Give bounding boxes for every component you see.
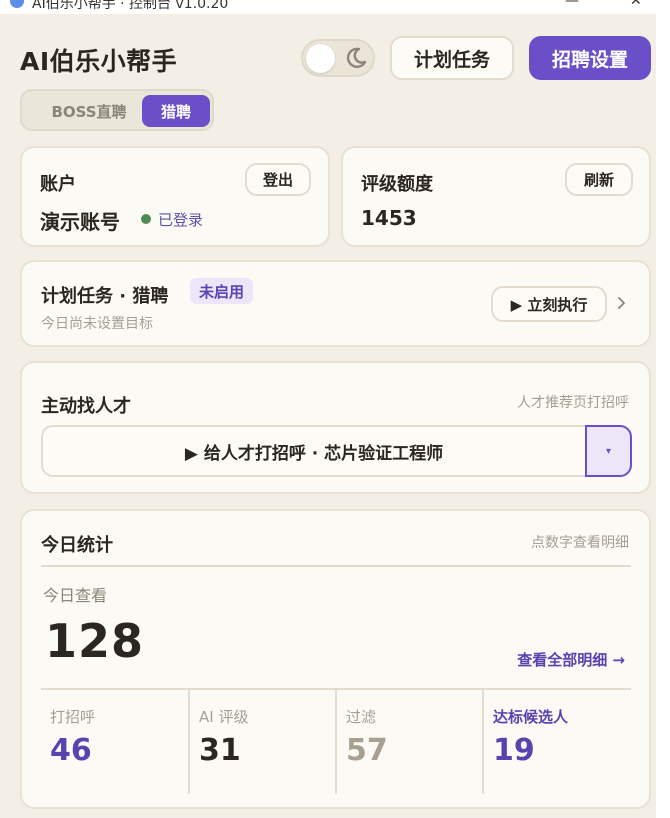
metric-greet[interactable]: 打招呼 46 <box>41 690 188 794</box>
close-window-button[interactable]: ✕ <box>630 0 642 9</box>
metric-label: 过滤 <box>346 708 377 726</box>
schedule-button[interactable]: 计划任务 <box>390 36 514 80</box>
window-titlebar: AI伯乐小帮手 · 控制台 v1.0.20 — ✕ <box>0 0 670 14</box>
app-title: AI伯乐小帮手 <box>20 47 178 76</box>
stats-title: 今日统计 <box>41 535 113 556</box>
tab-boss[interactable]: BOSS直聘 <box>34 95 144 127</box>
quota-label: 评级额度 <box>361 174 433 195</box>
metric-label: 达标候选人 <box>493 708 569 726</box>
schedule-card[interactable]: 计划任务 · 猎聘 未启用 今日尚未设置目标 ▶ 立刻执行 <box>20 260 651 347</box>
greet-talent-button[interactable]: ▶ 给人才打招呼 · 芯片验证工程师 <box>41 425 585 477</box>
greet-dropdown-toggle[interactable]: ▾ <box>585 425 632 477</box>
quota-card: 评级额度 刷新 1453 <box>341 146 651 247</box>
refresh-button[interactable]: 刷新 <box>565 163 633 196</box>
today-view-label: 今日查看 <box>43 586 108 605</box>
quota-value: 1453 <box>361 206 417 230</box>
talent-card: 主动找人才 人才推荐页打招呼 ▶ 给人才打招呼 · 芯片验证工程师 ▾ <box>20 361 651 494</box>
metric-value: 46 <box>50 733 92 768</box>
toggle-knob <box>306 44 335 73</box>
theme-toggle[interactable] <box>301 39 375 77</box>
login-status: 已登录 <box>158 211 204 229</box>
metric-label: AI 评级 <box>199 708 249 726</box>
run-now-button[interactable]: ▶ 立刻执行 <box>491 286 607 322</box>
metric-value: 31 <box>199 733 241 768</box>
metric-label: 打招呼 <box>50 708 96 726</box>
minimize-button[interactable]: — <box>565 0 579 9</box>
account-label: 账户 <box>40 174 76 195</box>
recruit-settings-button[interactable]: 招聘设置 <box>529 36 651 80</box>
metric-value: 19 <box>493 733 535 768</box>
metric-ai-rating[interactable]: AI 评级 31 <box>188 690 335 794</box>
account-card: 账户 登出 演示账号 已登录 <box>20 146 330 247</box>
scrollbar[interactable] <box>656 14 670 818</box>
today-view-value[interactable]: 128 <box>45 614 144 668</box>
app-logo-icon <box>10 0 24 8</box>
schedule-title: 计划任务 · 猎聘 <box>41 286 169 307</box>
moon-icon <box>346 47 367 68</box>
tab-liepin[interactable]: 猎聘 <box>142 95 210 127</box>
schedule-subtitle: 今日尚未设置目标 <box>41 316 153 332</box>
caret-down-icon: ▾ <box>605 445 612 457</box>
stats-hint: 点数字查看明细 <box>531 535 629 551</box>
platform-switch: BOSS直聘 猎聘 <box>20 89 214 131</box>
account-name: 演示账号 <box>40 210 120 234</box>
metric-qualified[interactable]: 达标候选人 19 <box>482 690 629 794</box>
talent-title: 主动找人才 <box>41 396 131 417</box>
view-all-details-link[interactable]: 查看全部明细 → <box>517 649 625 670</box>
online-status-dot <box>141 214 151 224</box>
status-badge: 未启用 <box>190 278 254 304</box>
metric-filter[interactable]: 过滤 57 <box>335 690 482 794</box>
chevron-right-icon[interactable] <box>617 295 627 311</box>
metric-value: 57 <box>346 733 388 768</box>
stats-card: 今日统计 点数字查看明细 今日查看 128 查看全部明细 → 打招呼 46 AI… <box>20 509 651 809</box>
window-title: AI伯乐小帮手 · 控制台 v1.0.20 <box>32 0 229 12</box>
logout-button[interactable]: 登出 <box>245 163 311 196</box>
talent-hint: 人才推荐页打招呼 <box>517 395 629 411</box>
stats-divider <box>41 565 631 567</box>
